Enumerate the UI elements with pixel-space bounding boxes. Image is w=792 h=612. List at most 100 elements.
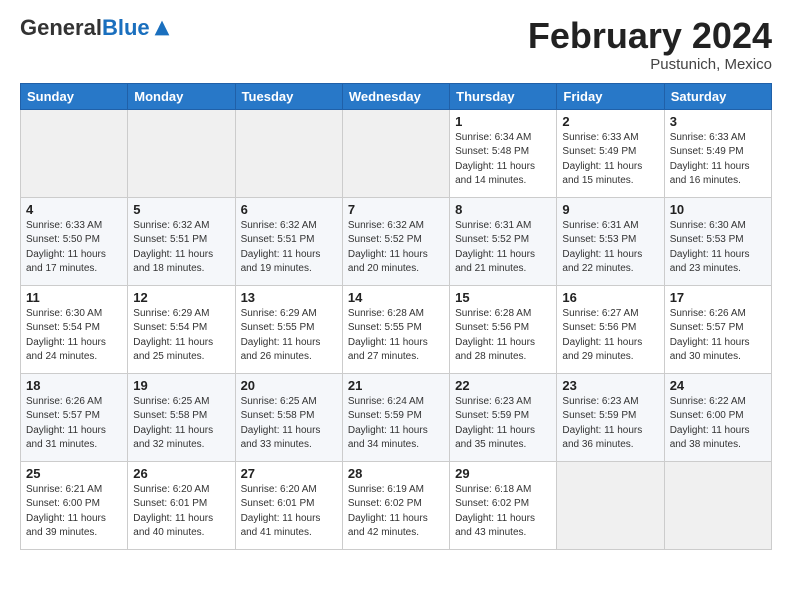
calendar-cell: 24 Sunrise: 6:22 AM Sunset: 6:00 PM Dayli… [664,373,771,461]
day-number: 24 [670,378,766,393]
weekday-header-friday: Friday [557,83,664,109]
logo: GeneralBlue [20,16,173,40]
day-number: 6 [241,202,337,217]
day-number: 16 [562,290,658,305]
calendar-cell: 23Sunrise: 6:23 AM Sunset: 5:59 PM Dayli… [557,373,664,461]
day-number: 13 [241,290,337,305]
day-number: 20 [241,378,337,393]
day-info: Sunrise: 6:27 AM Sunset: 5:56 PM Dayligh… [562,307,658,365]
day-info: Sunrise: 6:21 AM Sunset: 6:00 PM Dayligh… [26,483,122,541]
calendar-cell: 8 Sunrise: 6:31 AM Sunset: 5:52 PM Daylig… [450,197,557,285]
calendar-cell: 19 Sunrise: 6:25 AM Sunset: 5:58 PM Dayli… [128,373,235,461]
calendar-cell: 28Sunrise: 6:19 AM Sunset: 6:02 PM Dayli… [342,461,449,549]
calendar-week-4: 18 Sunrise: 6:26 AM Sunset: 5:57 PM Dayli… [21,373,772,461]
calendar-cell [128,109,235,197]
day-info: Sunrise: 6:23 AM Sunset: 5:59 PM Dayligh… [455,395,551,453]
calendar-table: SundayMondayTuesdayWednesdayThursdayFrid… [20,83,772,550]
day-info: Sunrise: 6:33 AM Sunset: 5:50 PM Dayligh… [26,219,122,277]
day-info: Sunrise: 6:20 AM Sunset: 6:01 PM Dayligh… [241,483,337,541]
day-number: 15 [455,290,551,305]
calendar-cell: 14 Sunrise: 6:28 AM Sunset: 5:55 PM Dayli… [342,285,449,373]
calendar-cell: 10 Sunrise: 6:30 AM Sunset: 5:53 PM Dayli… [664,197,771,285]
day-number: 25 [26,466,122,481]
calendar-cell: 21 Sunrise: 6:24 AM Sunset: 5:59 PM Dayli… [342,373,449,461]
day-info: Sunrise: 6:33 AM Sunset: 5:49 PM Dayligh… [670,131,766,189]
day-info: Sunrise: 6:22 AM Sunset: 6:00 PM Dayligh… [670,395,766,453]
day-info: Sunrise: 6:28 AM Sunset: 5:55 PM Dayligh… [348,307,444,365]
calendar-cell [342,109,449,197]
weekday-header-monday: Monday [128,83,235,109]
calendar-cell: 18 Sunrise: 6:26 AM Sunset: 5:57 PM Dayli… [21,373,128,461]
calendar-cell: 7 Sunrise: 6:32 AM Sunset: 5:52 PM Daylig… [342,197,449,285]
calendar-cell: 4 Sunrise: 6:33 AM Sunset: 5:50 PM Daylig… [21,197,128,285]
day-info: Sunrise: 6:23 AM Sunset: 5:59 PM Dayligh… [562,395,658,453]
calendar-cell: 27 Sunrise: 6:20 AM Sunset: 6:01 PM Dayli… [235,461,342,549]
day-number: 21 [348,378,444,393]
page: GeneralBlue February 2024 Pustunich, Mex… [0,0,792,560]
day-info: Sunrise: 6:25 AM Sunset: 5:58 PM Dayligh… [241,395,337,453]
calendar-header-row: SundayMondayTuesdayWednesdayThursdayFrid… [21,83,772,109]
calendar-cell: 20 Sunrise: 6:25 AM Sunset: 5:58 PM Dayli… [235,373,342,461]
weekday-header-tuesday: Tuesday [235,83,342,109]
day-number: 7 [348,202,444,217]
day-number: 22 [455,378,551,393]
calendar-cell: 29Sunrise: 6:18 AM Sunset: 6:02 PM Dayli… [450,461,557,549]
day-info: Sunrise: 6:18 AM Sunset: 6:02 PM Dayligh… [455,483,551,541]
day-info: Sunrise: 6:29 AM Sunset: 5:55 PM Dayligh… [241,307,337,365]
day-info: Sunrise: 6:32 AM Sunset: 5:51 PM Dayligh… [133,219,229,277]
calendar-week-1: 1 Sunrise: 6:34 AM Sunset: 5:48 PM Daylig… [21,109,772,197]
calendar-cell: 2 Sunrise: 6:33 AM Sunset: 5:49 PM Daylig… [557,109,664,197]
calendar-week-3: 11Sunrise: 6:30 AM Sunset: 5:54 PM Dayli… [21,285,772,373]
day-number: 3 [670,114,766,129]
calendar-cell: 5 Sunrise: 6:32 AM Sunset: 5:51 PM Daylig… [128,197,235,285]
day-number: 18 [26,378,122,393]
day-number: 1 [455,114,551,129]
calendar-cell [664,461,771,549]
day-number: 10 [670,202,766,217]
weekday-header-thursday: Thursday [450,83,557,109]
day-info: Sunrise: 6:25 AM Sunset: 5:58 PM Dayligh… [133,395,229,453]
day-number: 4 [26,202,122,217]
day-number: 27 [241,466,337,481]
day-info: Sunrise: 6:31 AM Sunset: 5:52 PM Dayligh… [455,219,551,277]
calendar-cell: 25 Sunrise: 6:21 AM Sunset: 6:00 PM Dayli… [21,461,128,549]
location: Pustunich, Mexico [528,56,772,73]
day-number: 8 [455,202,551,217]
day-number: 5 [133,202,229,217]
header: GeneralBlue February 2024 Pustunich, Mex… [20,16,772,73]
day-number: 17 [670,290,766,305]
day-info: Sunrise: 6:20 AM Sunset: 6:01 PM Dayligh… [133,483,229,541]
day-number: 2 [562,114,658,129]
day-info: Sunrise: 6:33 AM Sunset: 5:49 PM Dayligh… [562,131,658,189]
day-info: Sunrise: 6:34 AM Sunset: 5:48 PM Dayligh… [455,131,551,189]
calendar-cell: 6 Sunrise: 6:32 AM Sunset: 5:51 PM Daylig… [235,197,342,285]
day-info: Sunrise: 6:32 AM Sunset: 5:51 PM Dayligh… [241,219,337,277]
title-block: February 2024 Pustunich, Mexico [528,16,772,73]
day-info: Sunrise: 6:30 AM Sunset: 5:53 PM Dayligh… [670,219,766,277]
calendar-week-5: 25 Sunrise: 6:21 AM Sunset: 6:00 PM Dayli… [21,461,772,549]
calendar-cell: 22 Sunrise: 6:23 AM Sunset: 5:59 PM Dayli… [450,373,557,461]
logo-general: GeneralBlue [20,16,150,40]
day-number: 12 [133,290,229,305]
calendar-cell: 15Sunrise: 6:28 AM Sunset: 5:56 PM Dayli… [450,285,557,373]
day-info: Sunrise: 6:29 AM Sunset: 5:54 PM Dayligh… [133,307,229,365]
calendar-cell: 9Sunrise: 6:31 AM Sunset: 5:53 PM Daylig… [557,197,664,285]
weekday-header-saturday: Saturday [664,83,771,109]
day-number: 19 [133,378,229,393]
calendar-cell [557,461,664,549]
day-info: Sunrise: 6:24 AM Sunset: 5:59 PM Dayligh… [348,395,444,453]
calendar-cell: 16 Sunrise: 6:27 AM Sunset: 5:56 PM Dayli… [557,285,664,373]
calendar-cell [21,109,128,197]
day-info: Sunrise: 6:26 AM Sunset: 5:57 PM Dayligh… [26,395,122,453]
weekday-header-wednesday: Wednesday [342,83,449,109]
calendar-cell: 26Sunrise: 6:20 AM Sunset: 6:01 PM Dayli… [128,461,235,549]
day-info: Sunrise: 6:32 AM Sunset: 5:52 PM Dayligh… [348,219,444,277]
calendar-cell [235,109,342,197]
day-number: 14 [348,290,444,305]
calendar-cell: 12 Sunrise: 6:29 AM Sunset: 5:54 PM Dayli… [128,285,235,373]
month-title: February 2024 [528,16,772,56]
logo-icon [151,17,173,39]
day-info: Sunrise: 6:19 AM Sunset: 6:02 PM Dayligh… [348,483,444,541]
day-number: 11 [26,290,122,305]
calendar-cell: 13 Sunrise: 6:29 AM Sunset: 5:55 PM Dayli… [235,285,342,373]
